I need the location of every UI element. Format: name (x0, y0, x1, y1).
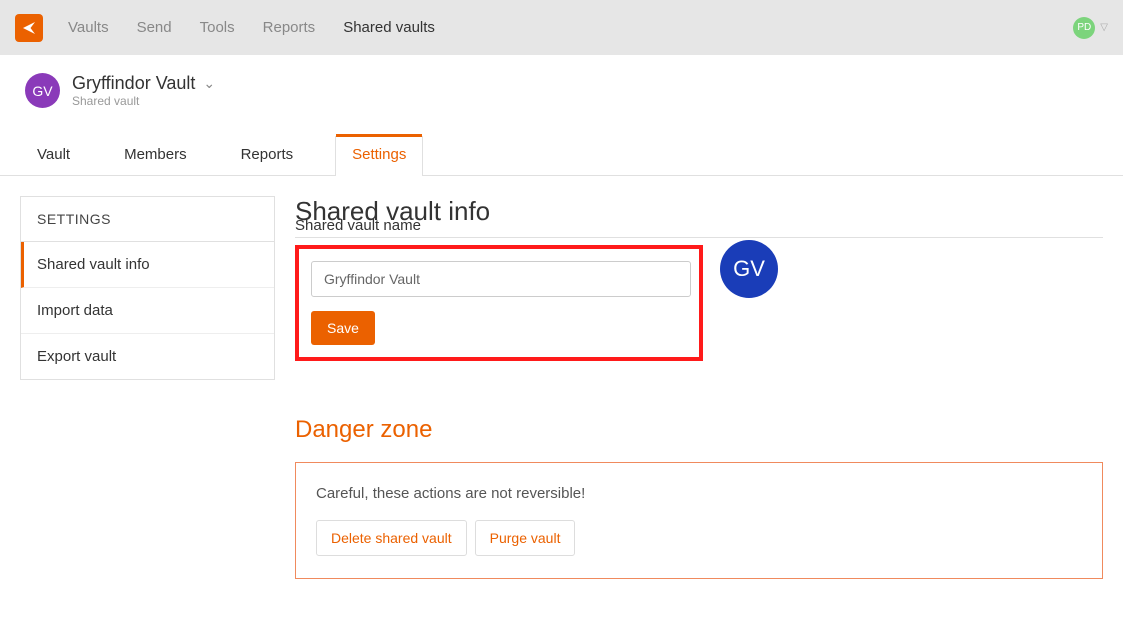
nav-send[interactable]: Send (137, 19, 172, 36)
tab-settings[interactable]: Settings (335, 136, 423, 176)
nav-reports[interactable]: Reports (263, 19, 316, 36)
vault-header: GV Gryffindor Vault ⌄ Shared vault (25, 73, 1098, 108)
form-area: GV Shared vault name Save (295, 250, 1103, 361)
vault-avatar-large[interactable]: GV (720, 240, 778, 298)
settings-sidebar: SETTINGS Shared vault info Import data E… (20, 196, 275, 380)
sidebar-item-export-vault[interactable]: Export vault (21, 334, 274, 379)
nav-shared-vaults[interactable]: Shared vaults (343, 19, 435, 36)
logo-icon (20, 19, 38, 37)
vault-name-label: Shared vault name (295, 217, 1103, 234)
nav-tools[interactable]: Tools (200, 19, 235, 36)
tab-reports[interactable]: Reports (229, 136, 306, 175)
top-bar: Vaults Send Tools Reports Shared vaults … (0, 0, 1123, 55)
danger-zone: Careful, these actions are not reversibl… (295, 462, 1103, 579)
sidebar-item-shared-vault-info[interactable]: Shared vault info (21, 242, 274, 288)
user-avatar: PD (1073, 17, 1095, 39)
chevron-down-icon: ⌄ (203, 75, 215, 92)
delete-shared-vault-button[interactable]: Delete shared vault (316, 520, 467, 556)
content: SETTINGS Shared vault info Import data E… (0, 176, 1123, 599)
vault-subtitle: Shared vault (72, 94, 215, 108)
tab-bar: Vault Members Reports Settings (0, 136, 1123, 176)
top-nav: Vaults Send Tools Reports Shared vaults (68, 19, 1073, 36)
user-menu[interactable]: PD ▽ (1073, 17, 1108, 39)
save-button[interactable]: Save (311, 311, 375, 345)
chevron-down-icon: ▽ (1100, 22, 1108, 33)
danger-zone-title: Danger zone (295, 416, 1103, 444)
vault-avatar: GV (25, 73, 60, 108)
vault-title: Gryffindor Vault (72, 73, 195, 94)
vault-title-row[interactable]: Gryffindor Vault ⌄ (72, 73, 215, 94)
vault-name-input[interactable] (311, 261, 691, 297)
danger-warning: Careful, these actions are not reversibl… (316, 485, 1082, 502)
app-logo[interactable] (15, 14, 43, 42)
tab-vault[interactable]: Vault (25, 136, 82, 175)
sidebar-heading: SETTINGS (21, 197, 274, 242)
page-header: GV Gryffindor Vault ⌄ Shared vault (0, 55, 1123, 108)
purge-vault-button[interactable]: Purge vault (475, 520, 576, 556)
sidebar-item-import-data[interactable]: Import data (21, 288, 274, 334)
tab-members[interactable]: Members (112, 136, 199, 175)
main-panel: Shared vault info GV Shared vault name S… (295, 196, 1103, 579)
highlight-box: Save (295, 245, 703, 361)
nav-vaults[interactable]: Vaults (68, 19, 109, 36)
danger-buttons: Delete shared vault Purge vault (316, 520, 1082, 556)
